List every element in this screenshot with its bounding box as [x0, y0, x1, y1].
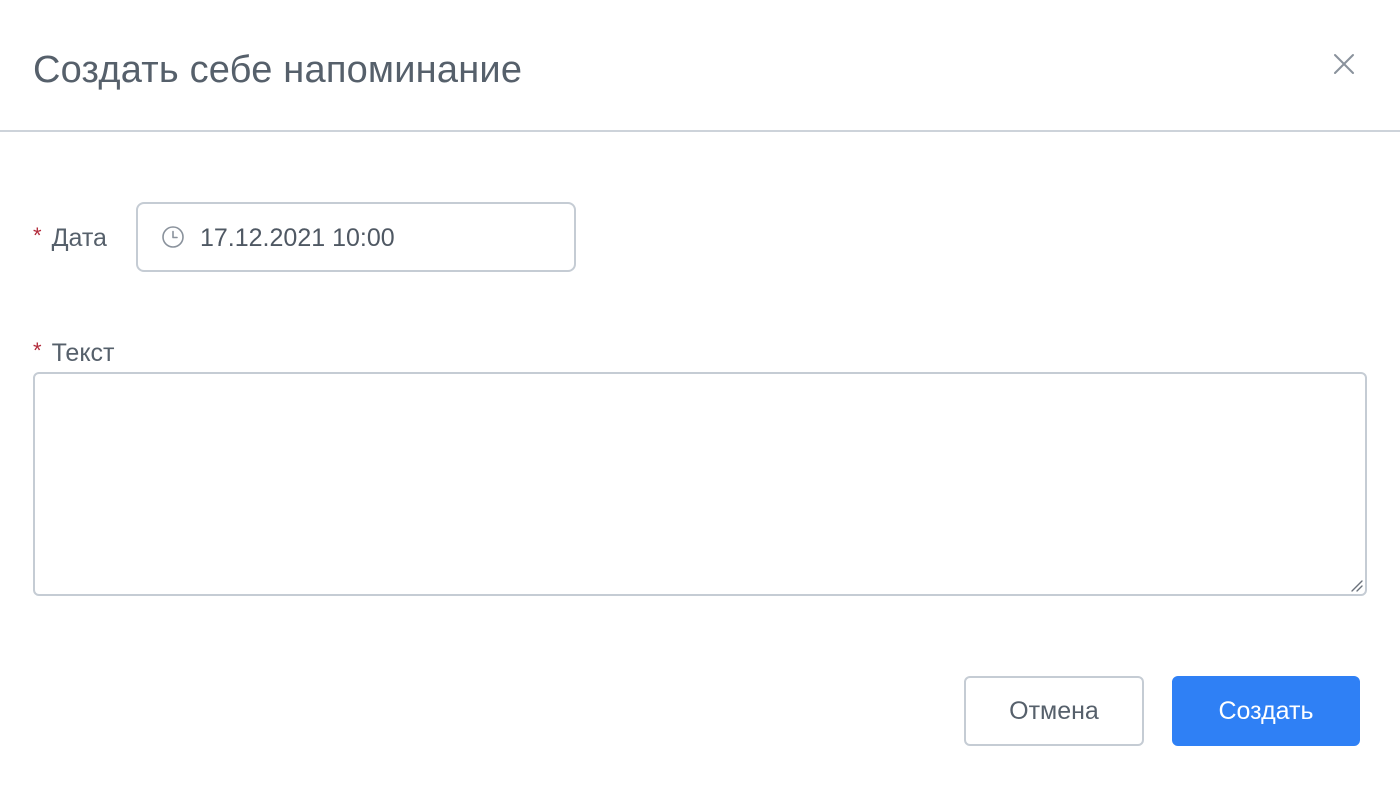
clock-icon	[162, 226, 184, 248]
date-label: * Дата	[33, 222, 107, 255]
required-mark: *	[33, 223, 42, 248]
modal-title: Создать себе напоминание	[33, 49, 523, 91]
date-label-text: Дата	[51, 224, 107, 252]
text-label-text: Текст	[51, 339, 115, 367]
modal-header: Создать себе напоминание	[0, 0, 1400, 132]
date-value: 17.12.2021 10:00	[200, 224, 395, 252]
text-area[interactable]	[33, 372, 1367, 596]
required-mark: *	[33, 338, 42, 363]
resize-handle-icon[interactable]	[1348, 577, 1364, 593]
close-icon	[1334, 54, 1354, 74]
date-input[interactable]: 17.12.2021 10:00	[136, 202, 576, 272]
create-button[interactable]: Создать	[1172, 676, 1360, 746]
cancel-button[interactable]: Отмена	[964, 676, 1144, 746]
text-label: * Текст	[33, 337, 115, 370]
reminder-modal: Создать себе напоминание * Дата 17.12.202…	[0, 0, 1400, 786]
close-button[interactable]	[1328, 48, 1360, 80]
